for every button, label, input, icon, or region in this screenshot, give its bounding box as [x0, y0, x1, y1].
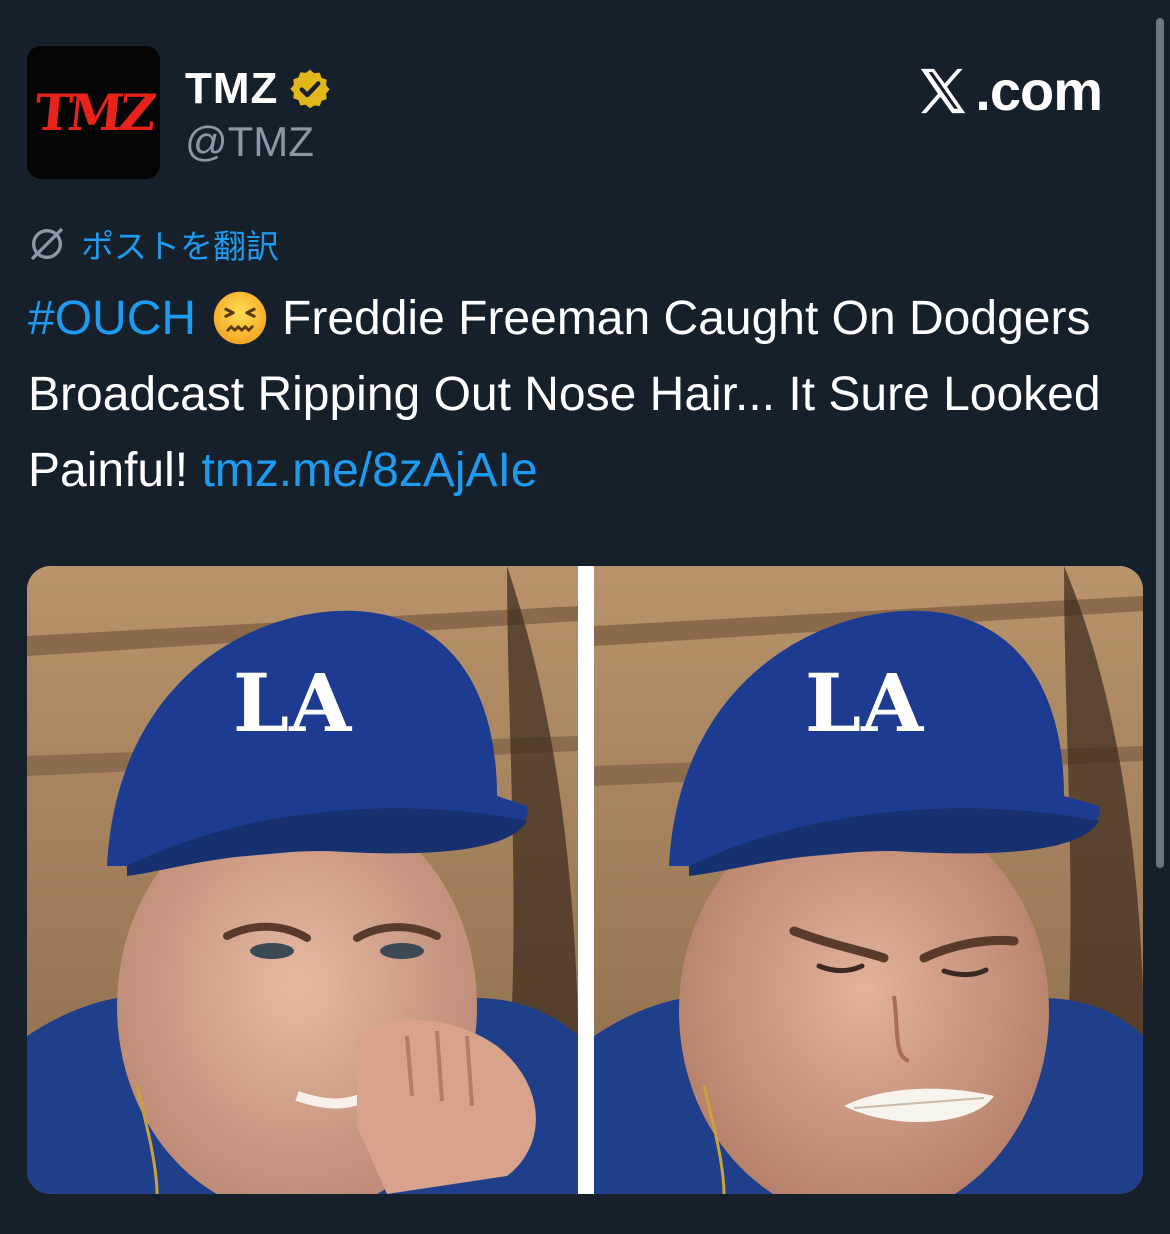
tweet-body: #OUCH Freddie Freeman Caught On Dodgers …	[28, 281, 1138, 509]
cap-logo-text: LA	[233, 656, 352, 750]
translate-label: ポストを翻訳	[81, 227, 279, 266]
confounded-face-emoji-icon	[213, 291, 267, 345]
translate-post-link[interactable]: ポストを翻訳	[27, 220, 279, 268]
account-handle[interactable]: @TMZ	[185, 118, 314, 166]
tmz-avatar[interactable]: TMZ	[27, 46, 160, 179]
tweet-media[interactable]: LA LA	[27, 566, 1143, 1194]
scrollbar[interactable]	[1156, 18, 1164, 868]
verified-badge-icon	[290, 69, 331, 109]
cap-logo-text: LA	[805, 656, 924, 750]
x-com-logo: .com	[915, 58, 1103, 123]
x-logo-icon	[921, 68, 966, 113]
freddie-freeman-grimace-image[interactable]: LA	[594, 566, 1143, 1194]
display-name-text: TMZ	[185, 64, 279, 113]
article-link[interactable]: tmz.me/8zAjAIe	[201, 444, 537, 497]
account-display-name[interactable]: TMZ	[185, 64, 332, 114]
hashtag-link[interactable]: #OUCH	[28, 292, 196, 345]
translate-globe-icon	[30, 227, 64, 261]
tmz-logo-text: TMZ	[31, 83, 156, 142]
x-com-text: .com	[975, 59, 1103, 122]
freddie-freeman-nose-pick-image[interactable]: LA	[27, 566, 578, 1194]
media-divider	[578, 566, 594, 1194]
